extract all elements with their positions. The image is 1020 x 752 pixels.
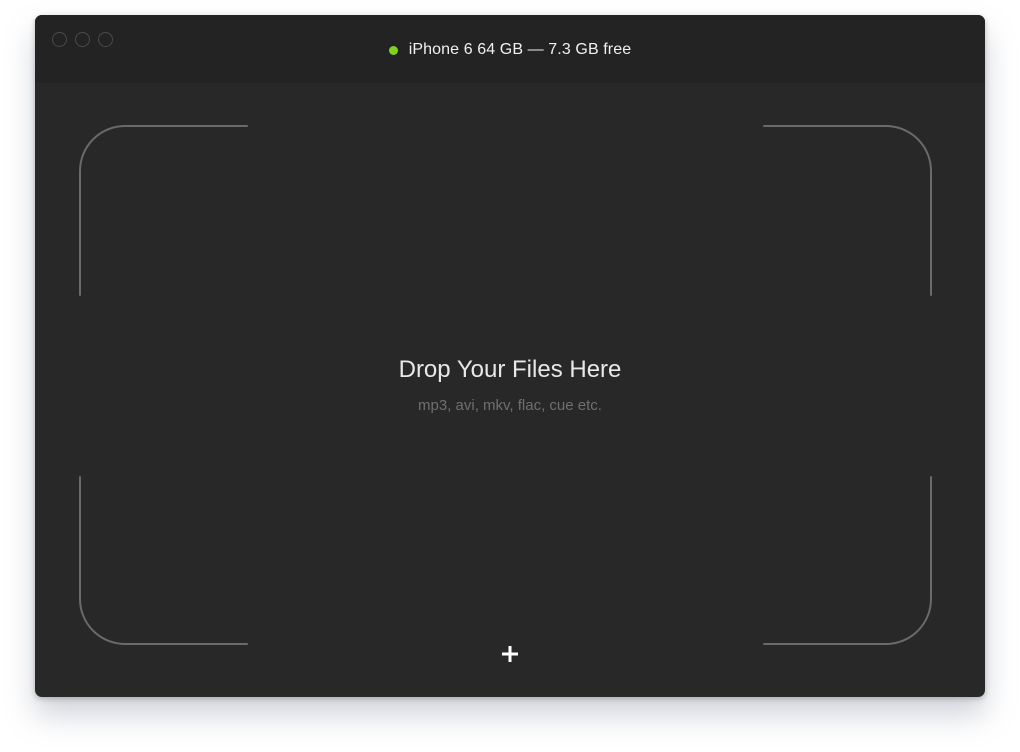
drop-frame-corner-bottom-left xyxy=(79,476,248,645)
drop-frame-corner-top-left xyxy=(79,125,248,296)
add-files-button[interactable] xyxy=(495,639,525,669)
device-label: iPhone 6 64 GB — 7.3 GB free xyxy=(408,41,632,58)
connection-status-dot xyxy=(388,45,398,55)
title-bar[interactable]: iPhone 6 64 GB — 7.3 GB free xyxy=(35,15,985,83)
app-window: iPhone 6 64 GB — 7.3 GB free Drop Your F… xyxy=(35,15,985,697)
drop-subtitle: mp3, avi, mkv, flac, cue etc. xyxy=(418,397,602,414)
plus-icon xyxy=(502,646,518,662)
device-status: iPhone 6 64 GB — 7.3 GB free xyxy=(35,40,985,60)
drop-frame-corner-top-right xyxy=(763,125,932,296)
drop-frame-corner-bottom-right xyxy=(763,476,932,645)
drop-zone[interactable]: Drop Your Files Here mp3, avi, mkv, flac… xyxy=(35,83,985,697)
drop-title: Drop Your Files Here xyxy=(398,356,622,383)
drop-frame-corners xyxy=(79,125,932,645)
